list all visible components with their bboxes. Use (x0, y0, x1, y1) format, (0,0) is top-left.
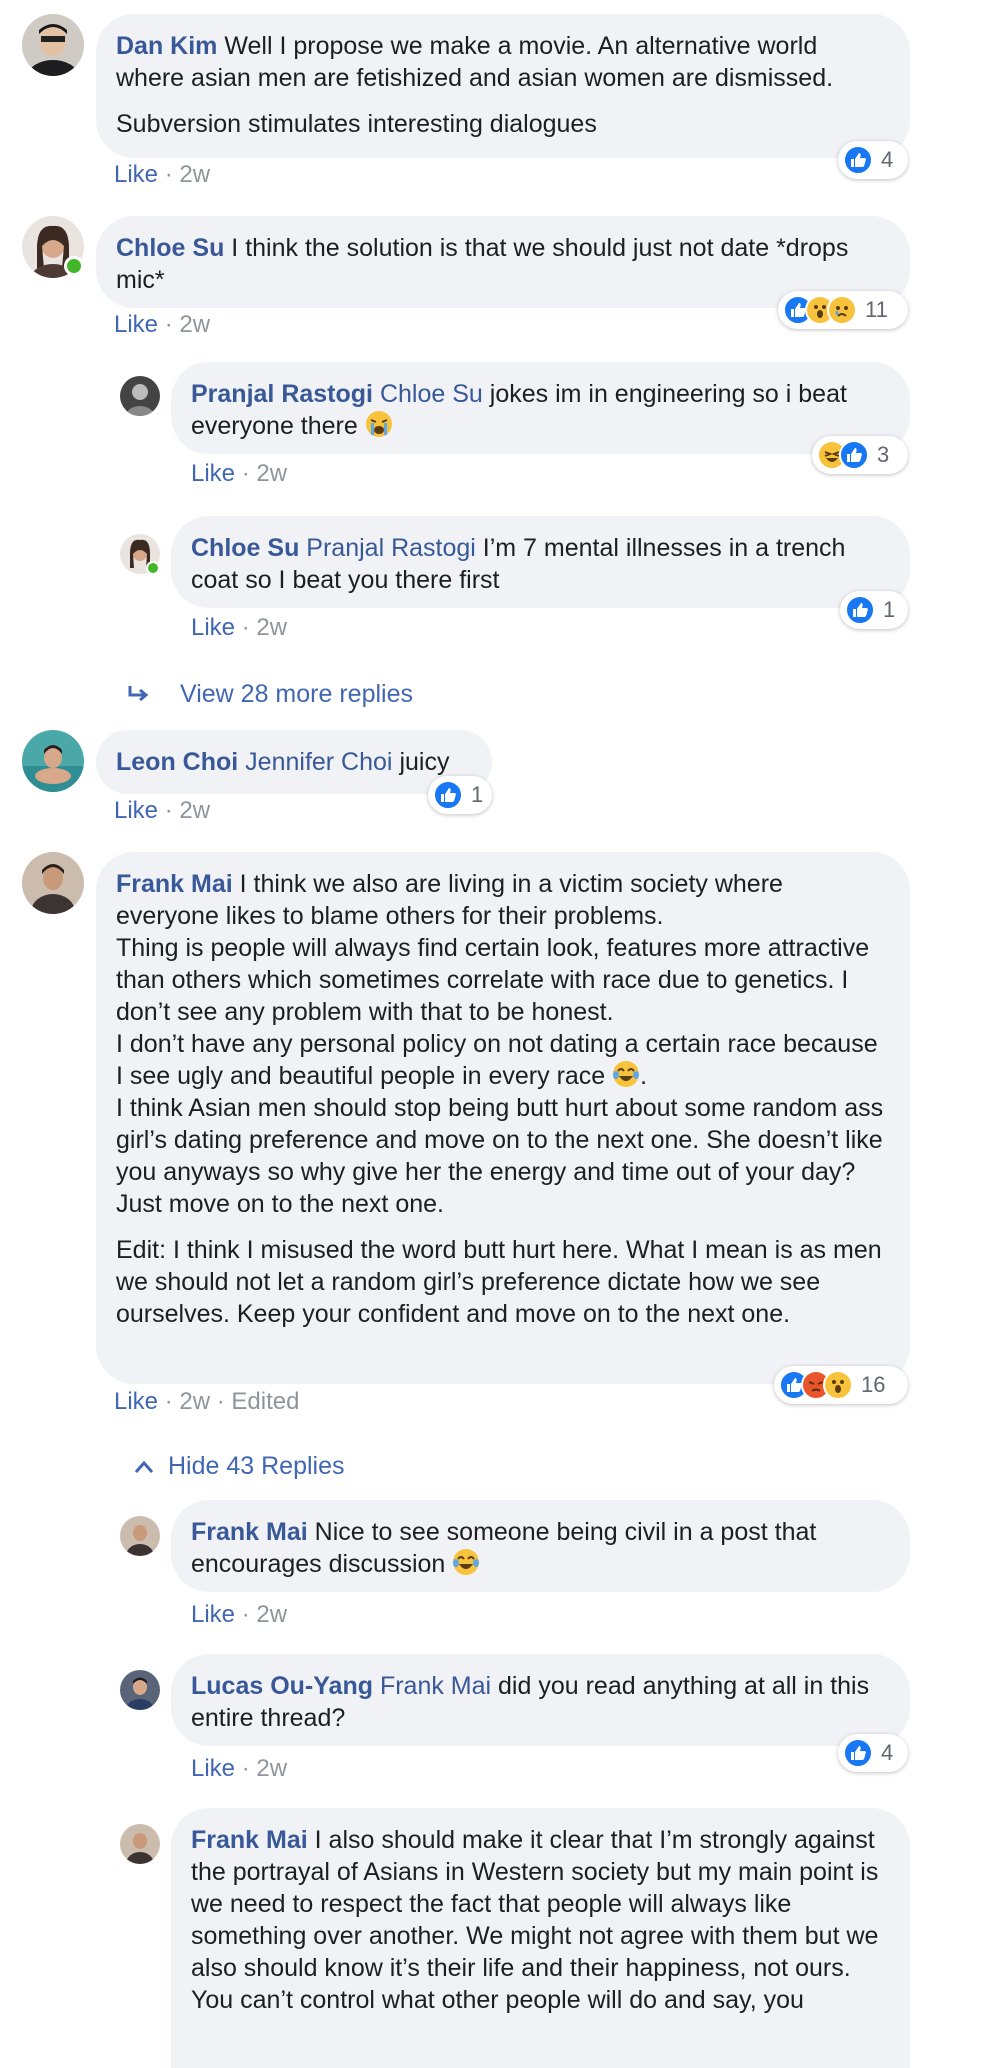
reaction-count: 3 (877, 442, 890, 467)
user-photo-icon (120, 376, 160, 416)
comment-author[interactable]: Lucas Ou-Yang (191, 1672, 373, 1700)
reaction-summary[interactable]: 16 (774, 1366, 908, 1404)
comment-bubble: Dan Kim Well I propose we make a movie. … (96, 14, 910, 158)
reaction-summary[interactable]: 11 (778, 291, 908, 329)
comment-meta: Like · 2w (114, 161, 211, 188)
like-button[interactable]: Like (114, 1388, 158, 1415)
avatar[interactable] (120, 1516, 160, 1556)
reaction-count: 1 (883, 597, 896, 622)
comment-text: I think we also are living in a victim s… (116, 870, 878, 1090)
comment-author[interactable]: Chloe Su (191, 534, 299, 562)
comment-bubble: Lucas Ou-Yang Frank Mai did you read any… (171, 1654, 910, 1746)
reaction-summary[interactable]: 4 (838, 141, 908, 179)
like-button[interactable]: Like (191, 614, 235, 641)
view-more-replies-link[interactable]: View 28 more replies (126, 680, 413, 709)
comment-meta: Like · 2w · Edited (114, 1388, 300, 1415)
comment-author[interactable]: Frank Mai (191, 1826, 308, 1854)
like-icon (845, 595, 875, 625)
like-icon (433, 780, 463, 810)
reaction-summary[interactable]: 1 (840, 591, 908, 629)
comment-bubble: Chloe Su Pranjal Rastogi I’m 7 mental il… (171, 516, 910, 608)
reaction-count: 4 (881, 1740, 894, 1765)
avatar[interactable] (120, 1670, 160, 1710)
timestamp[interactable]: 2w (179, 161, 210, 188)
like-button[interactable]: Like (114, 797, 158, 824)
reaction-count: 11 (865, 297, 888, 322)
mention-link[interactable]: Chloe Su (380, 380, 483, 408)
avatar[interactable] (22, 852, 84, 914)
crying-face-icon (365, 411, 392, 437)
user-photo-icon (22, 14, 84, 76)
comment-text: I also should make it clear that I’m str… (191, 1826, 879, 2014)
like-button[interactable]: Like (114, 311, 158, 338)
timestamp[interactable]: 2w (256, 614, 287, 641)
hide-replies-link[interactable]: Hide 43 Replies (134, 1452, 345, 1481)
like-icon (843, 145, 873, 175)
reaction-summary[interactable]: 4 (838, 1734, 908, 1772)
hide-replies-label: Hide 43 Replies (168, 1452, 345, 1480)
like-button[interactable]: Like (191, 460, 235, 487)
online-indicator (64, 256, 84, 276)
user-photo-icon (120, 1670, 160, 1710)
comment-meta: Like · 2w (114, 311, 211, 338)
comment-author[interactable]: Pranjal Rastogi (191, 380, 373, 408)
avatar[interactable] (22, 730, 84, 792)
comment-meta: Like · 2w (114, 797, 211, 824)
online-indicator (146, 561, 160, 575)
user-photo-icon (22, 852, 84, 914)
avatar[interactable] (22, 14, 84, 76)
reaction-count: 4 (881, 147, 894, 172)
comment-text: juicy (399, 748, 450, 776)
comment-author[interactable]: Leon Choi (116, 748, 238, 776)
wow-icon (823, 1370, 853, 1400)
sad-icon (827, 295, 857, 325)
user-photo-icon (22, 730, 84, 792)
comment-author[interactable]: Dan Kim (116, 32, 217, 60)
comment-meta: Like · 2w (191, 1755, 288, 1782)
reaction-summary[interactable]: 1 (428, 776, 492, 814)
reply-arrow-icon (128, 685, 149, 701)
mention-link[interactable]: Pranjal Rastogi (306, 534, 476, 562)
user-photo-icon (120, 1516, 160, 1556)
comment-text: Well I propose we make a movie. An alter… (116, 32, 834, 92)
comment-meta: Like · 2w (191, 460, 288, 487)
reaction-count: 1 (471, 782, 484, 807)
avatar[interactable] (120, 1824, 160, 1864)
view-more-label: View 28 more replies (180, 680, 413, 708)
comment-text: Subversion stimulates interesting dialog… (116, 110, 597, 138)
mention-link[interactable]: Jennifer Choi (245, 748, 392, 776)
reaction-summary[interactable]: 3 (812, 436, 908, 474)
timestamp[interactable]: 2w (179, 797, 210, 824)
avatar[interactable] (120, 376, 160, 416)
comment-text: Edit: I think I misused the word butt hu… (116, 1236, 882, 1328)
like-button[interactable]: Like (191, 1755, 235, 1782)
comment-author[interactable]: Frank Mai (191, 1518, 308, 1546)
like-icon (843, 1738, 873, 1768)
comment-meta: Like · 2w (191, 1601, 288, 1628)
comment-bubble: Frank Mai I also should make it clear th… (171, 1808, 910, 2068)
comment-bubble: Frank Mai Nice to see someone being civi… (171, 1500, 910, 1592)
like-button[interactable]: Like (191, 1601, 235, 1628)
timestamp[interactable]: 2w (179, 1388, 210, 1415)
comment-author[interactable]: Chloe Su (116, 234, 224, 262)
timestamp[interactable]: 2w (256, 1755, 287, 1782)
comment-thread: Dan Kim Well I propose we make a movie. … (0, 0, 996, 2068)
timestamp[interactable]: 2w (179, 311, 210, 338)
tears-of-joy-icon (613, 1061, 640, 1087)
like-icon (839, 440, 869, 470)
comment-meta: Like · 2w (191, 614, 288, 641)
chevron-up-icon (134, 1460, 154, 1473)
comment-text: I think the solution is that we should j… (116, 234, 849, 294)
reaction-count: 16 (861, 1372, 886, 1397)
user-photo-icon (120, 1824, 160, 1864)
edited-label[interactable]: Edited (231, 1388, 299, 1415)
tears-of-joy-icon (453, 1549, 480, 1575)
comment-bubble: Pranjal Rastogi Chloe Su jokes im in eng… (171, 362, 910, 454)
like-button[interactable]: Like (114, 161, 158, 188)
comment-author[interactable]: Frank Mai (116, 870, 233, 898)
timestamp[interactable]: 2w (256, 460, 287, 487)
mention-link[interactable]: Frank Mai (380, 1672, 491, 1700)
comment-bubble: Frank Mai I think we also are living in … (96, 852, 910, 1384)
timestamp[interactable]: 2w (256, 1601, 287, 1628)
